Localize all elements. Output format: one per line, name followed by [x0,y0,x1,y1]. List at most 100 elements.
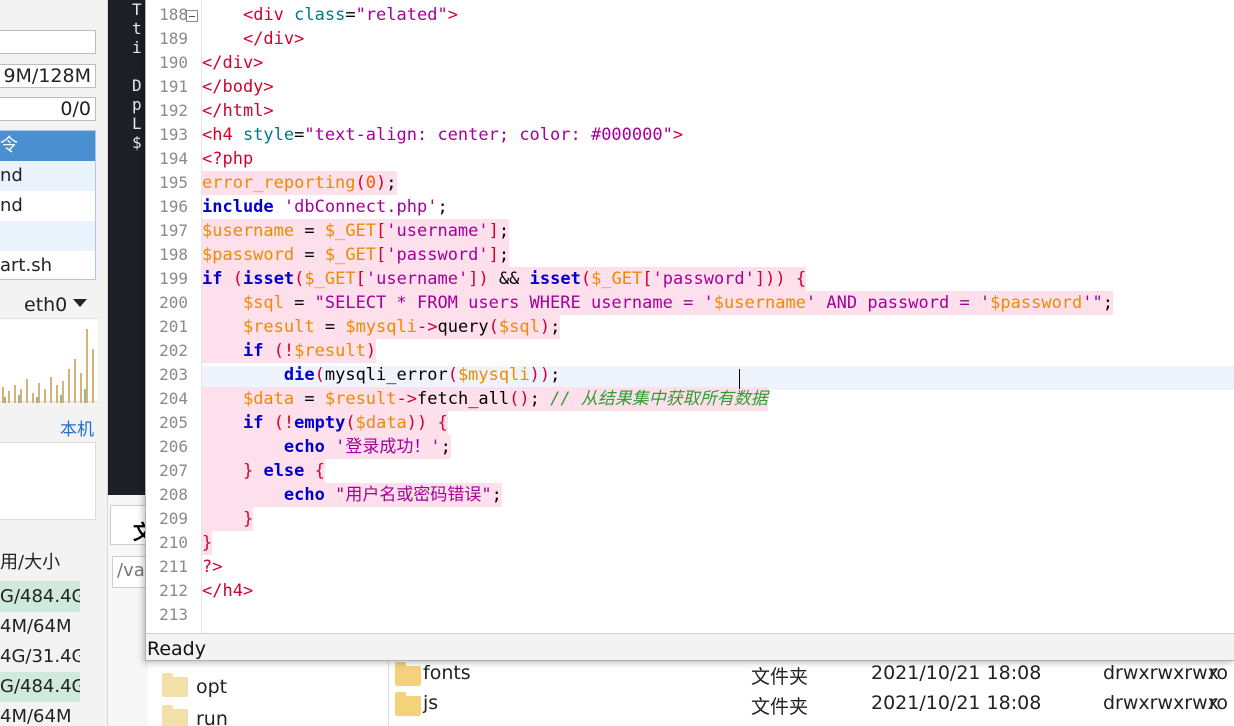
network-graph [0,318,98,403]
file-row[interactable]: fonts 文件夹 2021/10/21 18:08 drwxrwxrwx ro [389,660,1234,690]
disk-table-row[interactable]: G/484.4G [0,672,80,702]
command-list: 令 nd nd art.sh [0,130,96,280]
code-line: } [202,531,213,555]
disk-table: 用/大小 G/484.4G 4M/64M 4G/31.4G G/484.4G 4… [0,546,80,726]
path-input[interactable]: /va [112,556,148,588]
line-number: 203 [159,365,188,384]
line-number: 201 [159,317,188,336]
code-line: <h4 style="text-align: center; color: #0… [202,125,684,145]
line-number: 207 [159,461,188,480]
code-line: echo "用户名或密码错误"; [202,483,502,507]
code-line: <?php [202,149,254,169]
line-number: 193 [159,125,188,144]
line-number-gutter: 188 189 190 191 192 193 194 195 196 197 … [146,0,202,633]
tree-item-run[interactable]: run [162,704,228,726]
code-line: <div class="related"> [242,5,458,25]
line-number: 204 [159,389,188,408]
disk-table-row[interactable]: 4M/64M [0,612,80,642]
disk-table-header: 用/大小 [0,546,80,582]
memory-field: 9M/128M [0,64,96,88]
folder-icon [395,662,421,686]
code-line: if (isset($_GET['username']) && isset($_… [202,267,807,291]
code-line: if (!empty($data)) { [202,411,448,435]
file-type: 文件夹 [751,666,809,688]
command-list-item[interactable]: art.sh [0,251,95,281]
code-line: } [202,507,254,531]
file-permissions: drwxrwxrwx [1103,662,1219,684]
code-line: $data = $result->fetch_all(); // 从结果集中获取… [202,387,768,411]
line-number: 212 [159,581,188,600]
folder-icon [162,673,188,697]
code-line: $username = $_GET['username']; [202,219,510,243]
line-number: 202 [159,341,188,360]
file-name: fonts [423,662,471,684]
fold-toggle-icon[interactable] [186,10,198,22]
code-line: error_reporting(0); [202,171,397,195]
chevron-down-icon[interactable] [73,299,87,307]
file-owner: ro [1209,692,1229,714]
local-label: 本机 [60,420,94,440]
tree-item-opt[interactable]: opt [162,672,227,702]
line-number: 189 [159,29,188,48]
tree-item-label: run [196,708,228,726]
code-line: </h4> [202,581,254,601]
text-caret [739,369,740,389]
file-type: 文件夹 [751,696,809,718]
line-number: 213 [159,605,188,624]
line-number: 196 [159,197,188,216]
command-list-item[interactable]: nd [0,191,95,221]
code-editor-window: 188 189 190 191 192 193 194 195 196 197 … [145,0,1234,661]
file-name: js [423,692,439,714]
code-area[interactable]: <div class="related"> </div> </div> </bo… [202,3,1234,633]
line-number: 209 [159,509,188,528]
code-line: echo '登录成功！'; [202,435,451,459]
status-bar: Ready [146,633,1234,660]
line-number: 200 [159,293,188,312]
file-list: fonts 文件夹 2021/10/21 18:08 drwxrwxrwx ro… [388,660,1234,726]
command-list-item[interactable]: 令 [0,131,95,161]
line-number: 197 [159,221,188,240]
line-number: 206 [159,437,188,456]
folder-icon [395,692,421,716]
code-line: ?> [202,557,223,577]
line-number: 190 [159,53,188,72]
empty-panel [0,442,96,520]
command-list-item[interactable]: nd [0,161,95,191]
disk-table-row[interactable]: 4G/31.4G [0,642,80,672]
network-graph-bars [2,329,94,403]
line-number: 188 [159,5,188,24]
code-line: </body> [202,77,274,97]
code-line: </div> [202,53,264,73]
line-number: 198 [159,245,188,264]
command-list-item[interactable] [0,221,95,251]
file-permissions: drwxrwxrwx [1103,692,1219,714]
file-row[interactable]: js 文件夹 2021/10/21 18:08 drwxrwxrwx ro [389,690,1234,720]
file-modified: 2021/10/21 18:08 [871,692,1042,714]
code-line: die(mysqli_error($mysqli)); [283,365,561,385]
line-number: 211 [159,557,188,576]
count-field: 0/0 [0,97,96,121]
tree-item-label: opt [196,676,228,698]
file-modified: 2021/10/21 18:08 [871,662,1042,684]
folder-icon [162,705,188,726]
code-line: $password = $_GET['password']; [202,243,510,267]
file-tree: opt run [148,660,388,726]
disk-table-row[interactable]: G/484.4G [0,582,80,612]
interface-select[interactable]: eth0 [24,294,67,316]
code-line: if (!$result) [202,339,377,363]
line-number: 192 [159,101,188,120]
blank-field [0,30,96,54]
code-line: $sql = "SELECT * FROM users WHERE userna… [202,291,1114,315]
file-owner: ro [1209,662,1229,684]
disk-table-row[interactable]: 4M/64M [0,702,80,726]
terminal[interactable]: T t i D p L $ [108,0,148,495]
line-number: 191 [159,77,188,96]
line-number: 205 [159,413,188,432]
code-line: include 'dbConnect.php'; [202,197,448,217]
left-panel: 9M/128M 0/0 令 nd nd art.sh eth0 本机 用/大小 … [0,0,108,726]
line-number: 195 [159,173,188,192]
line-number: 194 [159,149,188,168]
line-number: 208 [159,485,188,504]
tab-files[interactable]: 文 [110,505,148,545]
code-line: } else { [202,459,325,483]
